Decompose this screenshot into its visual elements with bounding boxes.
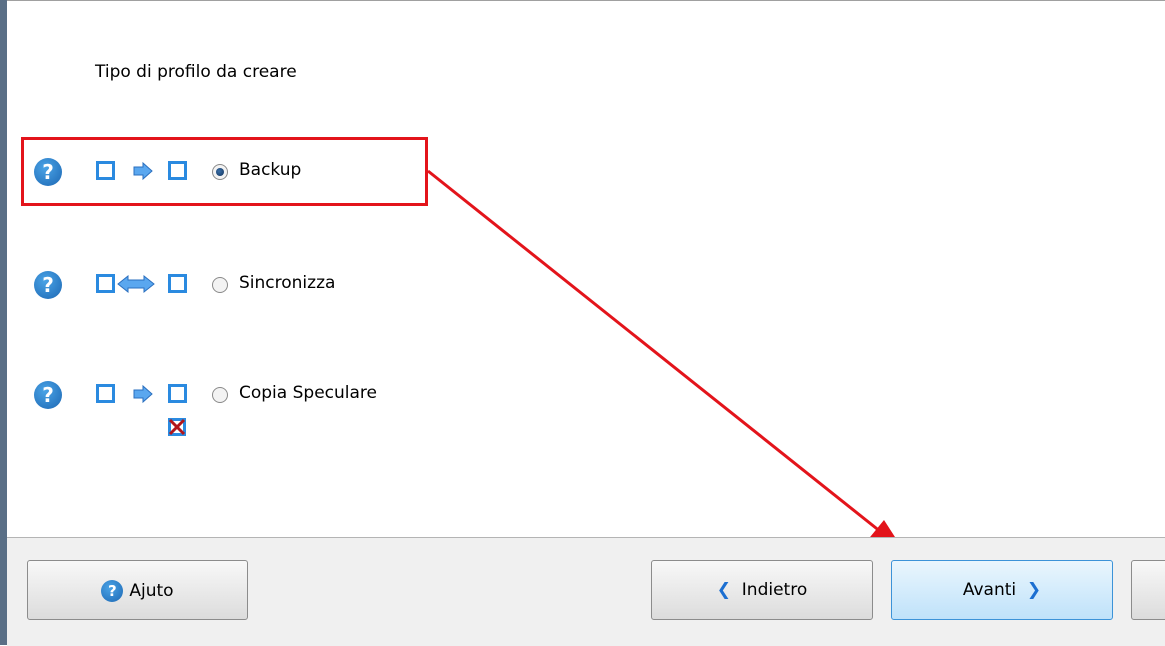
chevron-left-icon: ❮ [716,580,731,600]
help-button[interactable]: ? Ajuto [27,560,248,620]
chevron-right-icon: ❯ [1026,580,1042,600]
back-button-label: Indietro [741,580,808,600]
help-icon: ? [101,580,124,602]
next-button[interactable]: Avanti ❯ [891,560,1113,620]
help-button-label: Ajuto [129,581,174,601]
back-button[interactable]: ❮ Indietro [651,560,873,620]
next-button-label: Avanti [962,580,1017,600]
cancel-button-partial[interactable] [1131,560,1165,620]
